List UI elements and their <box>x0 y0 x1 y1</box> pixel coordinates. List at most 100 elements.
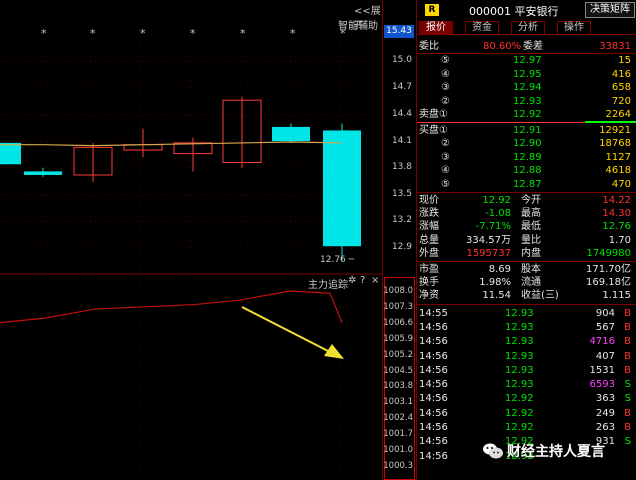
stat-row: 外盘 1595737 内盘 1749980 <box>417 247 636 260</box>
sell-level-volume: 416 <box>611 68 631 80</box>
indicator-help-icon[interactable]: ? <box>360 275 365 286</box>
buy-level-row: 买盘① 12.91 12921 <box>417 124 636 137</box>
sell-level-price: 12.97 <box>513 55 542 66</box>
kline-chart-area[interactable]: 12.76 ─ <<展开 智能辅助 * * * * * * * 主力追踪 ✲ ?… <box>0 0 382 480</box>
kline-chart-canvas[interactable]: 12.76 ─ <box>0 0 382 480</box>
indicator-title[interactable]: 主力追踪 <box>308 276 348 291</box>
tab-analysis[interactable]: 分析 <box>511 21 545 35</box>
tick-side: B <box>624 364 631 376</box>
ask-bid-bar <box>585 120 636 123</box>
tick-price: 12.92 <box>505 393 534 405</box>
tab-funds[interactable]: 资金 <box>465 21 499 35</box>
tick-time: 14:56 <box>419 407 448 419</box>
buy-level-volume: 470 <box>611 178 631 190</box>
period-marker: * <box>340 27 346 40</box>
sell-level-label: ④ <box>441 68 450 80</box>
tick-time: 14:56 <box>419 422 448 433</box>
price-tick-label: 13.2 <box>391 215 412 225</box>
tick-price: 12.93 <box>505 350 534 362</box>
tick-volume: 4716 <box>589 336 615 348</box>
tick-volume: 249 <box>595 407 615 419</box>
indicator-settings-icon[interactable]: ✲ <box>348 275 356 286</box>
indicator-tick-label: 1008.0 <box>383 286 413 296</box>
tick-row: 14:56 12.92 363 S <box>417 392 636 405</box>
sell-level-price: 12.95 <box>513 68 542 80</box>
stat-row: 现价 12.92 今开 14.22 <box>417 194 636 207</box>
price-scale: 15.43 15.0 14.7 14.4 14.1 13.8 13.5 13.2 12.9 1… <box>382 0 415 480</box>
wechat-icon <box>483 443 503 459</box>
tick-price: 12.93 <box>505 307 534 319</box>
tick-time: 14:55 <box>419 307 448 319</box>
tab-operation[interactable]: 操作 <box>557 21 591 35</box>
annotation-arrowhead <box>324 344 344 359</box>
fund-value: 1.115 <box>602 290 631 302</box>
stat-row: 涨跌 -1.08 最高 14.30 <box>417 207 636 220</box>
stat-label: 涨跌 <box>419 208 439 220</box>
weibi-label: 委比 <box>419 41 439 52</box>
tick-side: B <box>624 350 631 362</box>
stat-label: 总量 <box>419 234 439 246</box>
fund-value: 8.69 <box>488 264 511 275</box>
candle-body <box>272 126 310 142</box>
price-tick-label: 14.1 <box>391 136 412 146</box>
stat-value: 334.57万 <box>466 234 511 246</box>
fund-value: 169.18亿 <box>586 277 631 289</box>
tick-time: 14:56 <box>419 436 448 448</box>
weicha-label: 委差 <box>523 41 543 52</box>
indicator-tick-label: 1003.8 <box>383 381 413 392</box>
tick-price: 12.93 <box>505 336 534 348</box>
tick-time: 14:56 <box>419 336 448 348</box>
tick-volume: 567 <box>595 321 615 333</box>
stat-label: 涨幅 <box>419 221 439 233</box>
divider <box>417 303 636 305</box>
indicator-tick-label: 1000.3 <box>383 460 413 471</box>
buy-level-price: 12.89 <box>513 151 542 163</box>
stat-row: 涨幅 -7.71% 最低 12.76 <box>417 220 636 233</box>
low-price-label: 12.76 ─ <box>320 255 355 265</box>
buy-level-row: ④ 12.88 4618 <box>417 164 636 177</box>
indicator-close-icon[interactable]: × <box>371 275 379 286</box>
candle-body <box>0 142 21 165</box>
weibi-row: 委比 80.60% 委差 33831 <box>417 40 636 53</box>
stat-label: 现价 <box>419 195 439 206</box>
indicator-line <box>0 290 343 324</box>
current-price-tag: 15.43 <box>384 25 414 38</box>
tick-time: 14:56 <box>419 364 448 376</box>
tick-volume: 1531 <box>589 364 615 376</box>
sell-level-label: ⑤ <box>441 55 450 66</box>
sell-level-volume: 2264 <box>605 109 631 120</box>
tick-volume: 6593 <box>589 379 615 391</box>
buy-level-volume: 4618 <box>605 165 631 176</box>
tick-price: 12.93 <box>505 321 534 333</box>
sell-level-row: ④ 12.95 416 <box>417 68 636 81</box>
buy-level-price: 12.88 <box>513 165 542 176</box>
buy-level-price: 12.87 <box>513 178 542 190</box>
decision-matrix-button[interactable]: 决策矩阵 <box>585 2 635 18</box>
stat-value: -7.71% <box>475 221 511 233</box>
price-tick-label: 14.4 <box>391 109 412 119</box>
watermark-text: 财经主持人夏言 <box>507 444 605 460</box>
panel-header: R 000001 平安银行 决策矩阵 <box>417 0 636 20</box>
period-marker: * <box>240 27 246 40</box>
period-marker: * <box>140 27 146 40</box>
sell-level-price: 12.94 <box>513 82 542 93</box>
buy-level-volume: 1127 <box>605 151 631 163</box>
divider <box>417 192 636 193</box>
divider <box>417 261 636 262</box>
tick-side: B <box>624 336 631 348</box>
tick-row: 14:56 12.93 567 B <box>417 321 636 334</box>
sell-level-row: ⑤ 12.97 15 <box>417 54 636 67</box>
tab-quote[interactable]: 报价 <box>419 21 453 35</box>
buy-level-label: ② <box>441 138 450 149</box>
period-marker: * <box>290 27 296 40</box>
sell-level-volume: 658 <box>611 82 631 93</box>
period-marker: * <box>90 27 96 40</box>
tick-volume: 363 <box>595 393 615 405</box>
buy-level-label: 买盘① <box>419 124 448 136</box>
margin-badge: R <box>425 4 439 16</box>
stat-label: 最高 <box>521 208 541 220</box>
fundamental-row: 市盈 8.69 股本 171.70亿 <box>417 263 636 276</box>
sell-level-price: 12.92 <box>513 109 542 120</box>
stat-value: 12.92 <box>482 195 511 206</box>
tick-row: 14:56 12.93 6593 S <box>417 378 636 391</box>
